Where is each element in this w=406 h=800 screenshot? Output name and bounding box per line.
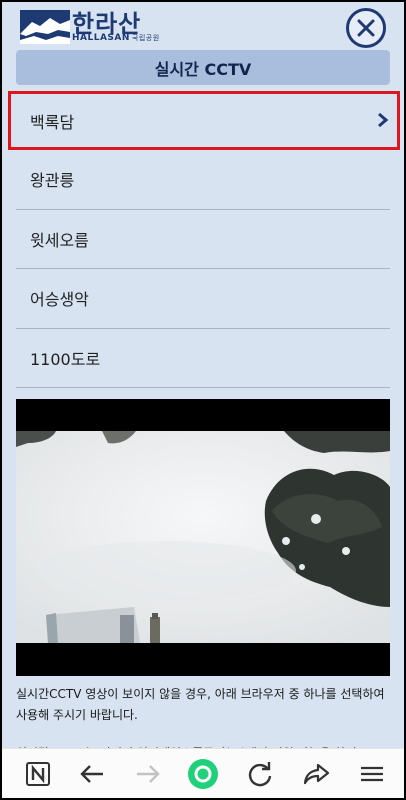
mountain-logo-icon xyxy=(20,10,70,44)
browser-bottom-bar xyxy=(2,748,404,798)
menu-item-label: 윗세오름 xyxy=(30,230,89,250)
menu-item-baengnokdam[interactable]: 백록담 xyxy=(8,91,400,150)
page: 한라산 HALLASAN 국립공원 실시간 CCTV 백록담 왕관릉 윗세오름 어… xyxy=(2,2,404,798)
cctv-location-list: 백록담 왕관릉 윗세오름 어승생악 1100도로 xyxy=(8,91,400,388)
cctv-snow-scene xyxy=(16,431,390,643)
hamburger-menu-icon xyxy=(361,766,383,782)
menu-button[interactable] xyxy=(356,758,388,790)
refresh-icon xyxy=(248,762,272,787)
menu-item-label: 1100도로 xyxy=(30,349,101,369)
home-circle-icon xyxy=(188,759,218,789)
hallasan-logo[interactable]: 한라산 HALLASAN 국립공원 xyxy=(20,6,159,46)
share-arrow-icon xyxy=(303,763,330,785)
snow-scene-image xyxy=(16,431,390,643)
close-button[interactable] xyxy=(346,8,386,48)
menu-item-wanggwalleung[interactable]: 왕관릉 xyxy=(16,150,390,210)
menu-item-label: 백록담 xyxy=(30,112,75,132)
arrow-right-icon xyxy=(137,765,160,783)
naver-home-button[interactable] xyxy=(22,758,54,790)
menu-item-label: 왕관릉 xyxy=(30,171,75,191)
page-title: 실시간 CCTV xyxy=(16,50,390,85)
arrow-left-icon xyxy=(80,765,103,783)
close-icon xyxy=(357,19,375,37)
refresh-button[interactable] xyxy=(244,758,276,790)
menu-item-eoseungsaengak[interactable]: 어승생악 xyxy=(16,269,390,329)
menu-item-1100-road[interactable]: 1100도로 xyxy=(16,329,390,388)
menu-item-witseoreum[interactable]: 윗세오름 xyxy=(16,210,390,269)
menu-item-label: 어승생악 xyxy=(30,290,89,310)
back-button[interactable] xyxy=(76,758,108,790)
header: 한라산 HALLASAN 국립공원 xyxy=(2,2,404,50)
forward-button[interactable] xyxy=(132,758,164,790)
logo-english-text: HALLASAN 국립공원 xyxy=(72,33,160,43)
chevron-right-icon xyxy=(378,112,389,128)
home-button[interactable] xyxy=(186,757,220,791)
share-button[interactable] xyxy=(300,758,332,790)
browser-notice: 실시간CCTV 영상이 보이지 않을 경우, 아래 브라우저 중 하나를 선택하… xyxy=(16,687,385,722)
cctv-video-player[interactable] xyxy=(16,399,390,676)
naver-n-icon xyxy=(26,762,50,786)
